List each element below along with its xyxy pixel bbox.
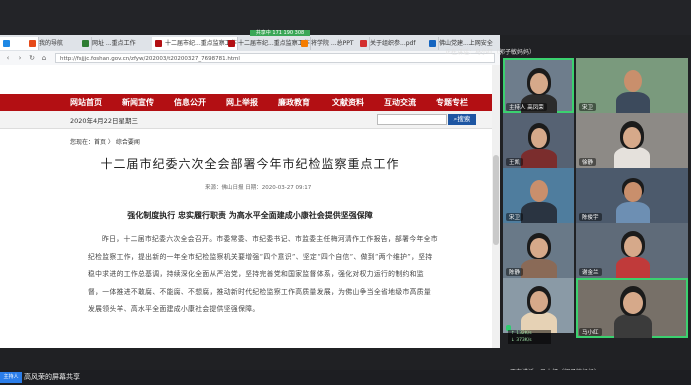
screen-top-strip	[0, 0, 691, 35]
nav-item-topics[interactable]: 专题专栏	[436, 97, 468, 108]
back-icon[interactable]: ‹	[4, 54, 12, 62]
participant-tile[interactable]: 陈俊宇	[576, 168, 688, 223]
participant-tile[interactable]: 徐静	[576, 113, 688, 168]
url-field[interactable]: http://fsjjjc.foshan.gov.cn/zfyw/202003/…	[55, 53, 495, 63]
participant-tile[interactable]: 陈静	[503, 223, 574, 278]
nav-item-news[interactable]: 新闻宣传	[122, 97, 154, 108]
forward-icon[interactable]: ›	[16, 54, 24, 62]
participant-name: 陈俊宇	[579, 213, 602, 221]
participant-name: 徐静	[579, 158, 597, 166]
participant-silhouette	[616, 257, 650, 278]
participant-face	[623, 292, 643, 314]
browser-tab-bar: 我的导航 网址 ...重点工作 十二届市纪...重点监察工作 十二届市纪...重…	[0, 35, 500, 51]
participant-silhouette	[616, 202, 650, 223]
address-bar: ‹ › ↻ ⌂ http://fsjjjc.foshan.gov.cn/zfyw…	[0, 51, 500, 66]
sharing-indicator[interactable]: 共享中 171 190 308	[250, 30, 310, 36]
participant-tile[interactable]: 谢金兰	[576, 223, 688, 278]
participant-face	[530, 73, 548, 94]
participant-name: 马小红	[579, 328, 602, 336]
participant-tile[interactable]: 宋卫	[503, 168, 574, 223]
nav-item-education[interactable]: 廉政教育	[278, 97, 310, 108]
participant-tile[interactable]: 主持人 高凤荣	[503, 58, 574, 113]
participant-silhouette	[521, 149, 557, 168]
breadcrumb: 您现在：首页 〉 综合要闻	[70, 139, 140, 146]
participant-silhouette	[616, 92, 650, 113]
participant-tile[interactable]: 王凯	[503, 113, 574, 168]
date-search-bar: 2020年4月22日星期三 ⌕搜索	[0, 111, 500, 129]
search-button[interactable]: ⌕搜索	[448, 114, 476, 125]
participant-tile-active-speaker[interactable]: 马小红	[576, 278, 688, 338]
article-title: 十二届市纪委六次全会部署今年市纪检监察重点工作	[100, 157, 400, 171]
network-stats: ↑ 132K/s ↓ 373K/s	[508, 330, 551, 344]
refresh-icon[interactable]: ↻	[28, 54, 36, 62]
participant-tile[interactable]: 宋卫	[576, 58, 688, 113]
participant-face	[624, 236, 642, 257]
nav-item-home[interactable]: 网站首页	[70, 97, 102, 108]
speaker-indicator-top: 正在讲话：马小红（郭子敏妈妈）	[445, 49, 536, 56]
participant-face	[623, 127, 641, 148]
participant-tile[interactable]	[503, 278, 574, 333]
upload-rate: ↑ 132K/s	[511, 331, 532, 336]
participant-face	[624, 182, 642, 202]
site-nav-bar: 网站首页 新闻宣传 信息公开 网上举报 廉政教育 文献资料 互动交流 专题专栏	[0, 94, 500, 111]
article-meta: 来源：佛山日报 日期：2020-03-27 09:17	[205, 185, 312, 191]
participant-face	[530, 291, 548, 312]
participant-silhouette	[614, 314, 652, 338]
participant-name: 宋卫	[506, 213, 524, 221]
nav-item-report[interactable]: 网上举报	[226, 97, 258, 108]
participant-name: 宋卫	[579, 103, 597, 111]
tab-favicon-icon	[301, 40, 308, 47]
home-icon	[3, 40, 10, 47]
participant-name: 谢金兰	[579, 268, 602, 276]
participant-face	[530, 238, 548, 258]
participant-face	[624, 70, 642, 92]
pdf-icon	[360, 40, 367, 47]
participant-face	[530, 180, 548, 202]
participant-silhouette	[614, 147, 650, 168]
participant-silhouette	[521, 202, 557, 223]
participant-face	[531, 128, 547, 148]
screen-share-owner: 高风荣的屏幕共享	[24, 373, 80, 381]
tab-favicon-icon	[228, 40, 235, 47]
nav-item-documents[interactable]: 文献资料	[332, 97, 364, 108]
shared-browser-window: 我的导航 网址 ...重点工作 十二届市纪...重点监察工作 十二届市纪...重…	[0, 35, 500, 348]
article-subtitle: 强化制度执行 忠实履行职责 为高水平全面建成小康社会提供坚强保障	[127, 210, 373, 220]
participant-name: 陈静	[506, 268, 524, 276]
participant-name: 主持人 高凤荣	[506, 103, 547, 111]
download-rate: ↓ 373K/s	[511, 338, 532, 343]
tab-favicon-icon	[29, 40, 36, 47]
search-input[interactable]	[377, 114, 447, 125]
tab-favicon-icon	[429, 40, 436, 47]
tab-favicon-icon	[82, 40, 89, 47]
bottom-bar: 主持人 高风荣的屏幕共享	[0, 370, 691, 385]
current-date: 2020年4月22日星期三	[70, 117, 138, 125]
nav-item-interaction[interactable]: 互动交流	[384, 97, 416, 108]
tab-favicon-icon	[155, 40, 162, 47]
home-icon[interactable]: ⌂	[40, 54, 48, 62]
nav-item-info[interactable]: 信息公开	[174, 97, 206, 108]
scrollbar-thumb[interactable]	[493, 155, 499, 245]
participant-name: 王凯	[506, 158, 524, 166]
participant-silhouette	[521, 259, 557, 278]
article-body: 昨日，十二届市纪委六次全会召开。市委常委、市纪委书记、市监委主任梅河清作工作报告…	[88, 235, 438, 313]
